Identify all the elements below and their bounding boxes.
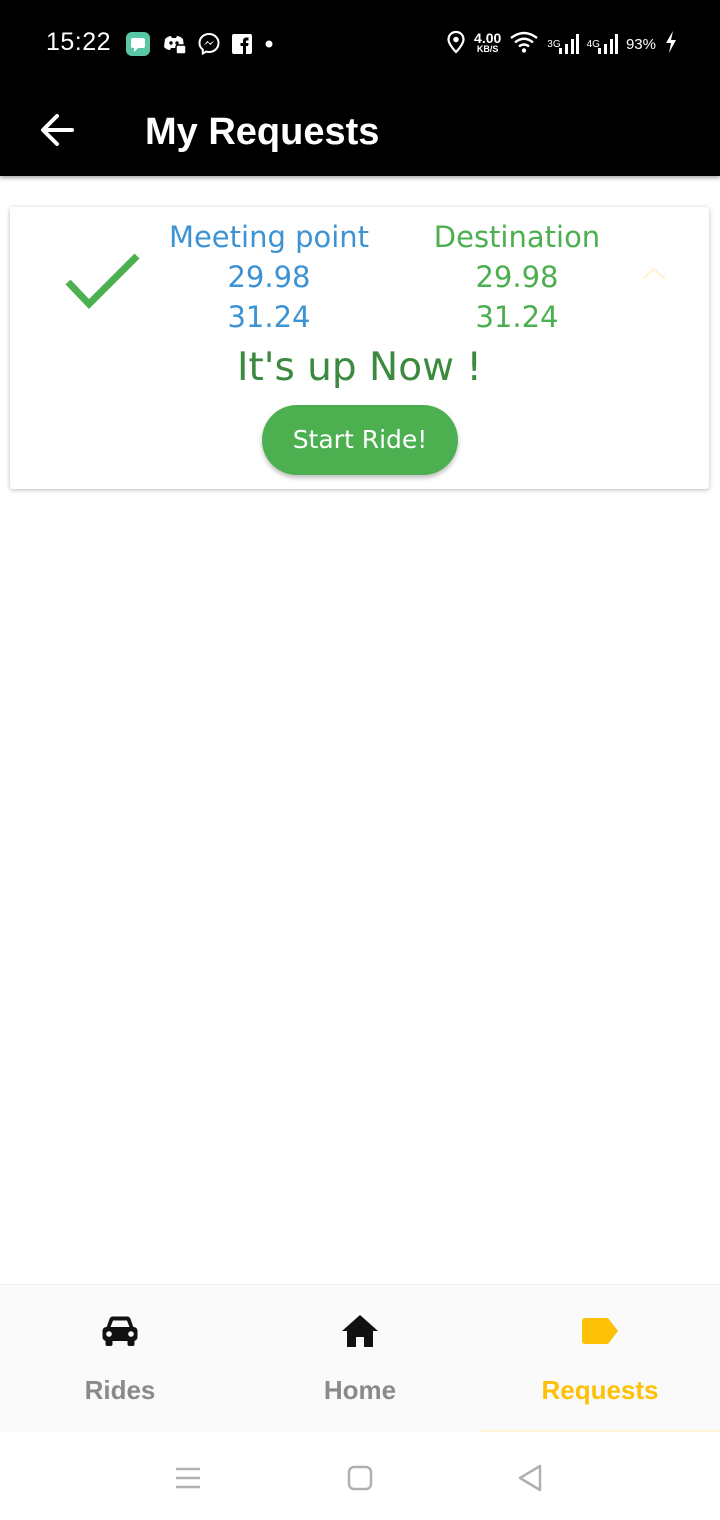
- network-speed: 4.00 KB/S: [474, 30, 502, 55]
- request-card[interactable]: Meeting point 29.98 31.24 Destination 29…: [10, 207, 709, 489]
- facebook-icon: [231, 33, 253, 55]
- destination-column: Destination 29.98 31.24: [402, 217, 632, 337]
- back-button[interactable]: [36, 108, 80, 152]
- wifi-icon: [509, 30, 539, 59]
- tag-icon: [582, 1318, 618, 1344]
- meeting-point-lat: 29.98: [227, 260, 311, 294]
- net-speed-unit: KB/S: [476, 44, 499, 54]
- status-indicators: 4.00 KB/S 3G 4G 93%: [446, 29, 678, 59]
- system-menu-button[interactable]: [168, 1458, 208, 1498]
- net-speed-value: 4.00: [474, 30, 502, 46]
- nav-label-requests: Requests: [541, 1375, 659, 1405]
- signal-4g-icon: 4G: [587, 32, 618, 56]
- request-status-message: It's up Now !: [236, 345, 483, 390]
- signal-4g-label: 4G: [586, 39, 600, 50]
- back-triangle-icon: [518, 1464, 542, 1492]
- car-icon: [102, 1316, 138, 1346]
- home-icon: [342, 1315, 378, 1347]
- destination-lat: 29.98: [475, 260, 559, 294]
- messenger-icon: [197, 32, 221, 56]
- meeting-point-label: Meeting point: [168, 220, 370, 254]
- discord-icon: [161, 32, 187, 56]
- app-bar: My Requests: [0, 88, 720, 176]
- charging-icon: [664, 30, 678, 59]
- destination-label: Destination: [433, 220, 601, 254]
- system-home-button[interactable]: [340, 1458, 380, 1498]
- destination-lng: 31.24: [475, 300, 559, 334]
- nav-label-rides: Rides: [84, 1375, 156, 1405]
- home-square-icon: [347, 1465, 373, 1491]
- arrow-left-icon: [41, 114, 74, 146]
- signal-3g-label: 3G: [547, 39, 561, 50]
- meeting-point-lng: 31.24: [227, 300, 311, 334]
- system-back-button[interactable]: [510, 1458, 550, 1498]
- nav-item-home[interactable]: Home: [240, 1285, 480, 1433]
- dot-icon: [263, 38, 275, 50]
- check-icon: [62, 251, 142, 316]
- nav-label-home: Home: [323, 1375, 397, 1405]
- battery-percent: 93%: [625, 35, 656, 53]
- menu-icon: [176, 1467, 200, 1489]
- bottom-navigation: Rides Home Requests: [0, 1284, 720, 1433]
- chevron-up-icon[interactable]: [640, 263, 668, 288]
- nav-item-requests[interactable]: Requests: [480, 1285, 720, 1433]
- notification-icons: [125, 31, 275, 57]
- location-icon: [446, 30, 466, 59]
- signal-3g-icon: 3G: [547, 32, 579, 56]
- messages-icon: [125, 31, 151, 57]
- system-navigation-bar: [0, 1432, 720, 1520]
- page-title: My Requests: [145, 111, 380, 153]
- start-ride-button[interactable]: Start Ride!: [262, 405, 458, 475]
- meeting-point-column: Meeting point 29.98 31.24: [154, 217, 384, 337]
- nav-item-rides[interactable]: Rides: [0, 1285, 240, 1433]
- status-bar: 15:22 4.00 KB/S 3G 4G 93%: [0, 0, 720, 88]
- status-time: 15:22: [46, 28, 112, 56]
